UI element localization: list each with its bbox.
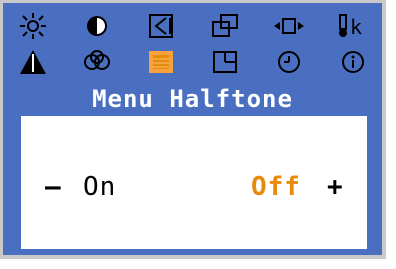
option-on[interactable]: On <box>83 172 116 202</box>
language-glyph: k <box>350 15 362 39</box>
language-icon[interactable]: k <box>333 11 373 41</box>
icon-row-bottom <box>13 47 373 77</box>
timer-icon[interactable] <box>269 47 309 77</box>
brightness-icon[interactable] <box>13 11 53 41</box>
width-icon[interactable] <box>269 11 309 41</box>
osd-menu-window: k Menu Halftone – On Off + <box>0 0 386 259</box>
halftone-icon[interactable] <box>141 47 181 77</box>
halftone-options-panel: – On Off + <box>21 116 367 249</box>
color-icon[interactable] <box>77 47 117 77</box>
info-icon[interactable] <box>333 47 373 77</box>
size-icon[interactable] <box>205 11 245 41</box>
menu-title: Menu Halftone <box>92 85 293 113</box>
increase-button[interactable]: + <box>327 172 344 202</box>
contrast-icon[interactable] <box>77 11 117 41</box>
position-icon[interactable] <box>141 11 181 41</box>
geometry-icon[interactable] <box>13 47 53 77</box>
decrease-button[interactable]: – <box>45 172 62 202</box>
option-off[interactable]: Off <box>251 172 301 202</box>
window-icon[interactable] <box>205 47 245 77</box>
icon-row-top: k <box>13 11 373 41</box>
